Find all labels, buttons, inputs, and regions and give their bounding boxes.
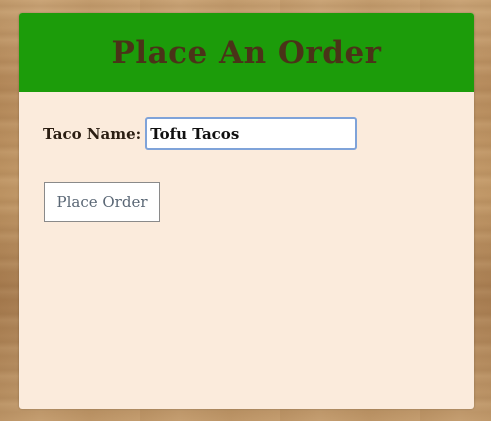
order-card: Place An Order Taco Name: Place Order <box>19 13 474 409</box>
taco-name-row: Taco Name: <box>43 117 358 150</box>
place-order-button[interactable]: Place Order <box>44 182 160 222</box>
order-form: Taco Name: Place Order <box>19 92 474 409</box>
taco-name-input[interactable] <box>145 117 358 150</box>
card-header: Place An Order <box>19 13 474 92</box>
page-title: Place An Order <box>111 34 382 71</box>
taco-name-label: Taco Name: <box>43 124 142 143</box>
